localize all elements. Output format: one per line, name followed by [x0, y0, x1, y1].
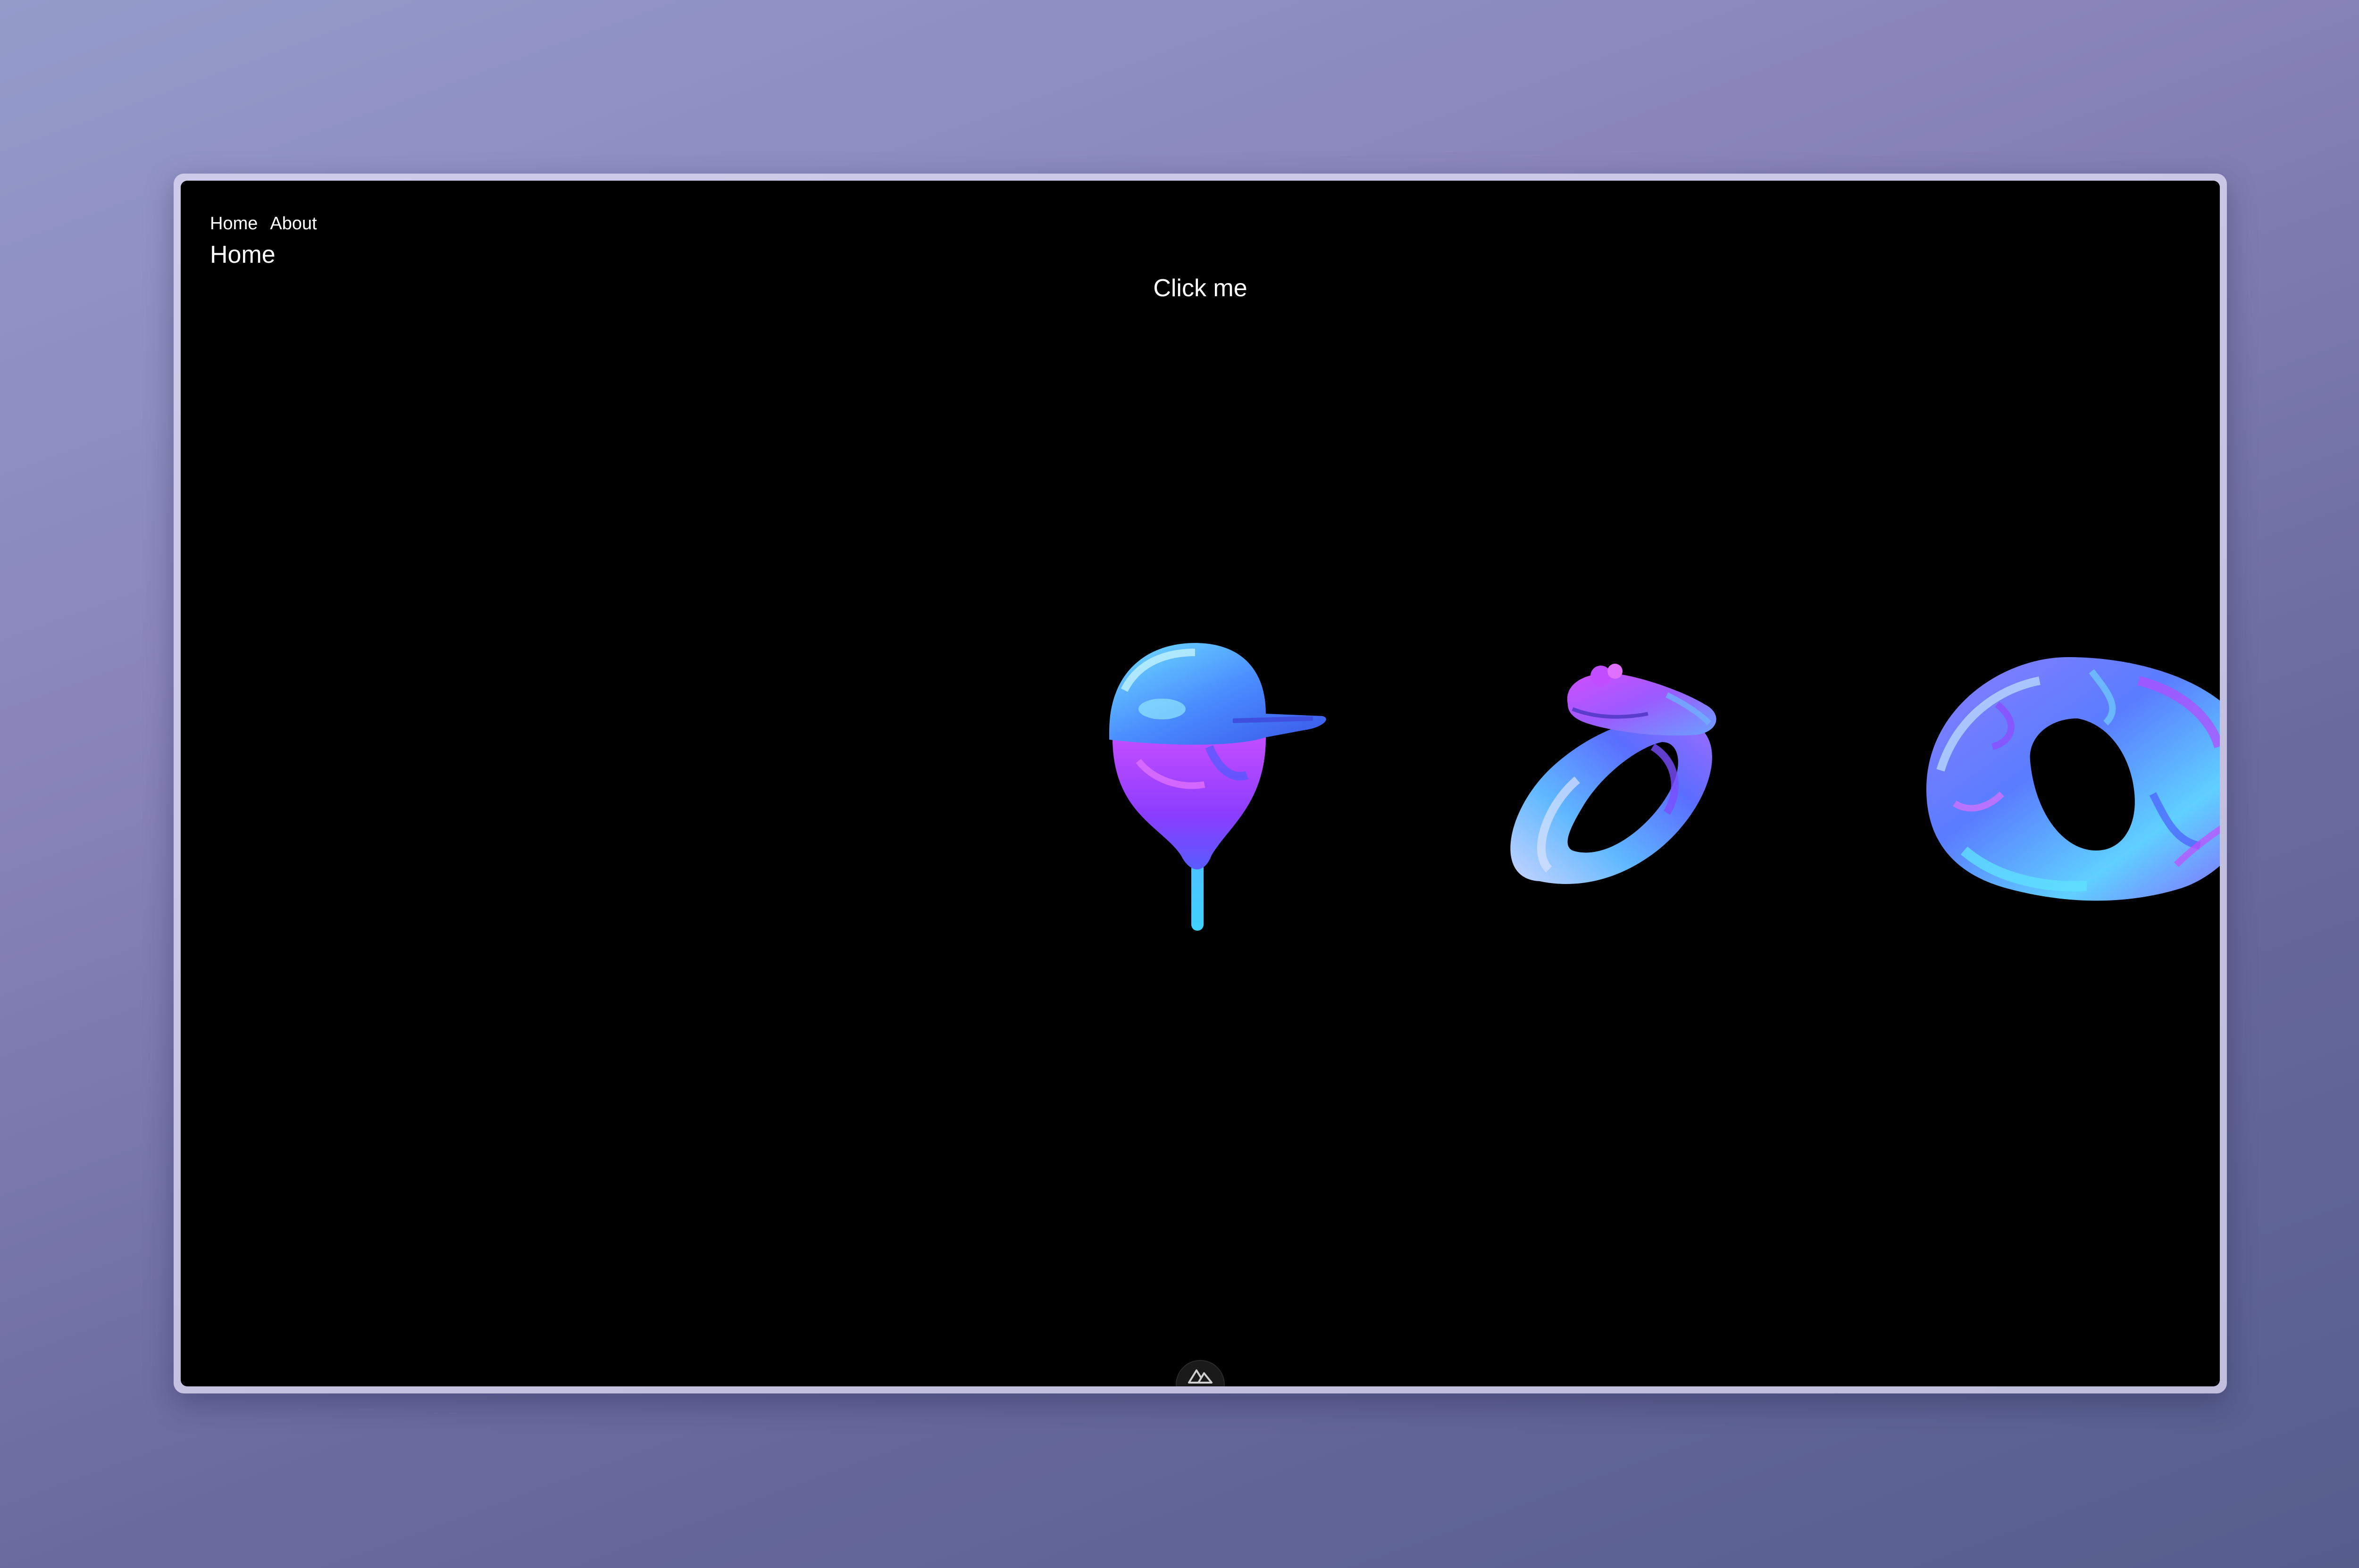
nuxt-logo-icon: [1188, 1369, 1213, 1384]
frog-ring-icon: [1510, 664, 1716, 884]
top-nav: Home About: [210, 214, 317, 234]
app-viewport: Home About Home Click me: [181, 181, 2220, 1386]
browser-window: Home About Home Click me: [174, 174, 2227, 1393]
click-me-button[interactable]: Click me: [1153, 274, 1247, 302]
page-title: Home: [210, 241, 276, 268]
3d-scene-canvas[interactable]: [181, 181, 2220, 1386]
ornate-ring-icon: [1926, 657, 2220, 901]
nav-link-about[interactable]: About: [270, 214, 317, 234]
capped-balloon-icon: [1109, 643, 1326, 931]
nav-link-home[interactable]: Home: [210, 214, 258, 234]
